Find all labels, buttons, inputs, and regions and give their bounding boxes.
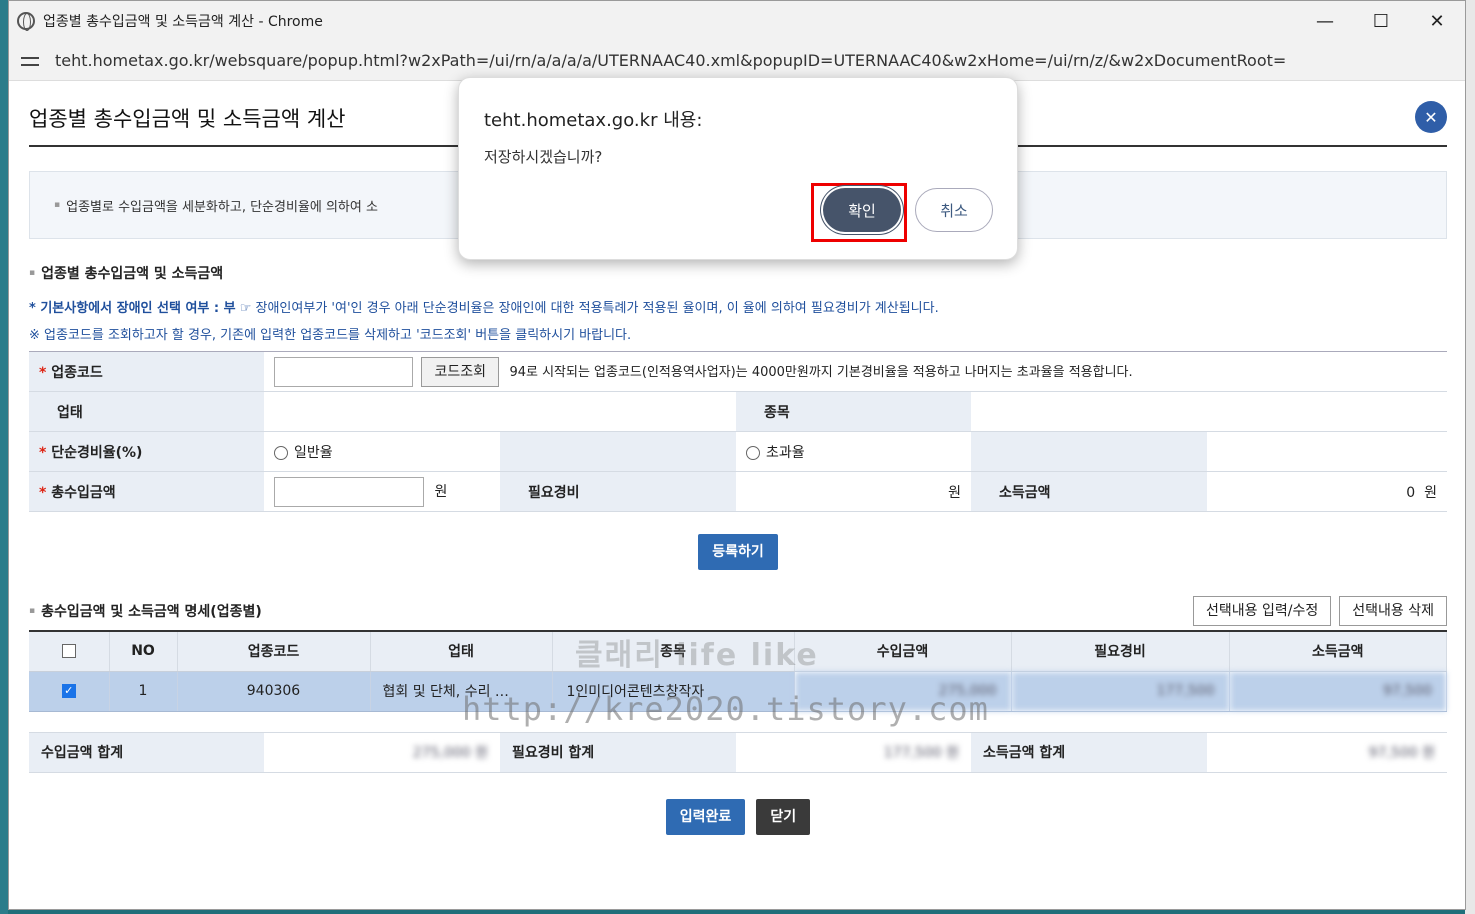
notice-text: 업종별로 수입금액을 세분화하고, 단순경비율에 의하여 소 xyxy=(66,199,378,215)
excess-rate-value xyxy=(971,431,1207,472)
income-total-label: 수입금액 합계 xyxy=(29,731,264,773)
close-button[interactable]: 닫기 xyxy=(756,798,811,835)
rate-empty xyxy=(1207,431,1447,472)
excess-rate-radio[interactable] xyxy=(746,445,760,460)
select-all-checkbox[interactable] xyxy=(61,644,76,659)
profit-label: 소득금액 xyxy=(971,471,1207,512)
delete-selected-button[interactable]: 선택내용 삭제 xyxy=(1339,596,1447,626)
business-code-cell: 코드조회 94로 시작되는 업종코드(인적용역사업자)는 4000만원까지 기본… xyxy=(264,351,1447,392)
watermark-title: 클래리 life like xyxy=(575,638,819,673)
edit-selected-button[interactable]: 선택내용 입력/수정 xyxy=(1193,596,1332,626)
desktop-left-edge xyxy=(0,0,8,914)
dialog-cancel-button[interactable]: 취소 xyxy=(915,188,993,232)
normal-rate-value xyxy=(500,431,736,472)
footer-buttons: 입력완료 닫기 xyxy=(29,798,1447,835)
select-all-cell xyxy=(29,631,110,672)
popup-close-icon[interactable]: ✕ xyxy=(1415,101,1447,133)
window-title: 업종별 총수입금액 및 소득금액 계산 - Chrome xyxy=(43,14,323,30)
dialog-title: teht.hometax.go.kr 내용: xyxy=(484,110,703,131)
total-income-input[interactable] xyxy=(274,476,424,507)
disability-status: * 기본사항에서 장애인 선택 여부 : 부 xyxy=(29,301,236,316)
url-text[interactable]: teht.hometax.go.kr/websquare/popup.html?… xyxy=(55,51,1286,70)
income-total-value: 275,000 원 xyxy=(264,731,500,773)
expense-value: 원 xyxy=(736,471,971,512)
code-note: 94로 시작되는 업종코드(인적용역사업자)는 4000만원까지 기본경비율을 … xyxy=(509,364,1133,380)
normal-rate-text: 일반율 xyxy=(294,444,333,461)
disability-explain: ☞ 장애인여부가 '여'인 경우 아래 단순경비율은 장애인에 대한 적용특례가… xyxy=(235,301,939,316)
expense-total-value: 177,500 원 xyxy=(736,731,971,773)
column-header[interactable]: 업태 xyxy=(370,631,553,672)
profit-value: 0 원 xyxy=(1207,471,1447,512)
normal-rate-radio[interactable] xyxy=(274,445,288,460)
column-header[interactable]: 업종코드 xyxy=(177,631,371,672)
site-settings-icon[interactable] xyxy=(21,54,39,68)
globe-icon xyxy=(17,12,35,31)
profit-total-value: 97,500 원 xyxy=(1207,731,1447,773)
register-button[interactable]: 등록하기 xyxy=(698,534,778,570)
row-no: 1 xyxy=(109,671,178,712)
list-header: 총수입금액 및 소득금액 명세(업종별) 선택내용 입력/수정 선택내용 삭제 xyxy=(29,596,1447,626)
code-search-note: ※ 업종코드를 조회하고자 할 경우, 기존에 입력한 업종코드를 삭제하고 '… xyxy=(29,328,632,343)
excess-rate-text: 초과율 xyxy=(766,444,805,461)
total-income-label: 총수입금액 xyxy=(29,471,264,512)
section-title-income: 업종별 총수입금액 및 소득금액 xyxy=(29,263,1447,283)
row-expense: 177,500 xyxy=(1011,671,1230,712)
input-complete-button[interactable]: 입력완료 xyxy=(665,798,746,835)
profit-total-label: 소득금액 합계 xyxy=(971,731,1207,773)
column-header[interactable]: 소득금액 xyxy=(1229,631,1447,672)
code-search-button[interactable]: 코드조회 xyxy=(421,356,499,387)
list-actions: 선택내용 입력/수정 선택내용 삭제 xyxy=(1185,596,1447,626)
normal-rate-cell: 일반율 xyxy=(264,431,500,472)
business-code-input[interactable] xyxy=(274,356,413,387)
expense-rate-label: 단순경비율(%) xyxy=(29,431,264,472)
desktop-right-edge xyxy=(1465,0,1475,914)
dialog-ok-button[interactable]: 확인 xyxy=(823,188,901,232)
title-bar: 업종별 총수입금액 및 소득금액 계산 - Chrome — ☐ ✕ xyxy=(9,1,1465,41)
row-code: 940306 xyxy=(177,671,371,712)
dialog-message: 저장하시겠습니까? xyxy=(484,148,603,166)
watermark-url: http://kre2020.tistory.com xyxy=(462,690,989,728)
confirm-dialog: teht.hometax.go.kr 내용: 저장하시겠습니까? 확인 취소 xyxy=(458,77,1018,260)
minimize-button[interactable]: — xyxy=(1297,1,1353,41)
jongmok-value xyxy=(971,391,1447,432)
register-row: 등록하기 xyxy=(29,534,1447,570)
summary-table: 수입금액 합계 275,000 원 필요경비 합계 177,500 원 소득금액… xyxy=(29,731,1447,773)
column-header[interactable]: NO xyxy=(109,631,178,672)
total-income-cell: 원 xyxy=(264,471,500,512)
disability-note: * 기본사항에서 장애인 선택 여부 : 부 ☞ 장애인여부가 '여'인 경우 … xyxy=(29,297,1447,316)
column-header[interactable]: 수입금액 xyxy=(794,631,1012,672)
total-income-unit: 원 xyxy=(434,483,448,500)
row-select-cell: ✓ xyxy=(29,671,110,712)
uptae-value xyxy=(264,391,736,432)
jongmok-label: 종목 xyxy=(736,391,971,432)
expense-total-label: 필요경비 합계 xyxy=(500,731,736,773)
uptae-label: 업태 xyxy=(29,391,264,432)
maximize-button[interactable]: ☐ xyxy=(1353,1,1409,41)
row-checkbox[interactable]: ✓ xyxy=(61,684,76,698)
expense-label: 필요경비 xyxy=(500,471,736,512)
income-form-table: 업종코드 코드조회 94로 시작되는 업종코드(인적용역사업자)는 4000만원… xyxy=(29,351,1447,512)
column-header[interactable]: 필요경비 xyxy=(1011,631,1230,672)
row-profit: 97,500 xyxy=(1229,671,1447,712)
address-bar: teht.hometax.go.kr/websquare/popup.html?… xyxy=(9,41,1465,81)
business-code-label: 업종코드 xyxy=(29,351,264,392)
section-title-list: 총수입금액 및 소득금액 명세(업종별) xyxy=(29,601,262,621)
close-window-button[interactable]: ✕ xyxy=(1409,1,1465,41)
window-controls: — ☐ ✕ xyxy=(1297,1,1465,41)
excess-rate-cell: 초과율 xyxy=(736,431,971,472)
